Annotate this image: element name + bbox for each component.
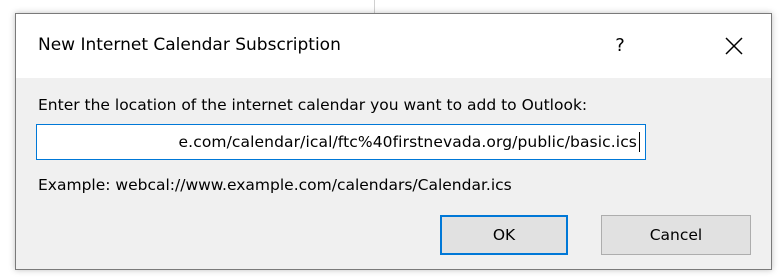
calendar-url-value: e.com/calendar/ical/ftc%40firstnevada.or… <box>178 133 637 151</box>
dialog-title: New Internet Calendar Subscription <box>38 35 341 55</box>
ok-button[interactable]: OK <box>440 215 568 255</box>
calendar-url-input[interactable]: e.com/calendar/ical/ftc%40firstnevada.or… <box>36 124 646 160</box>
close-button[interactable] <box>720 32 748 60</box>
subscription-dialog: New Internet Calendar Subscription ? Ent… <box>15 13 772 270</box>
close-icon <box>725 37 743 55</box>
location-prompt: Enter the location of the internet calen… <box>38 96 588 114</box>
background-divider <box>374 0 375 14</box>
cancel-button[interactable]: Cancel <box>601 215 751 255</box>
text-caret <box>639 132 640 152</box>
title-bar: New Internet Calendar Subscription ? <box>16 14 771 78</box>
help-button[interactable]: ? <box>607 32 633 60</box>
example-text: Example: webcal://www.example.com/calend… <box>38 176 512 194</box>
